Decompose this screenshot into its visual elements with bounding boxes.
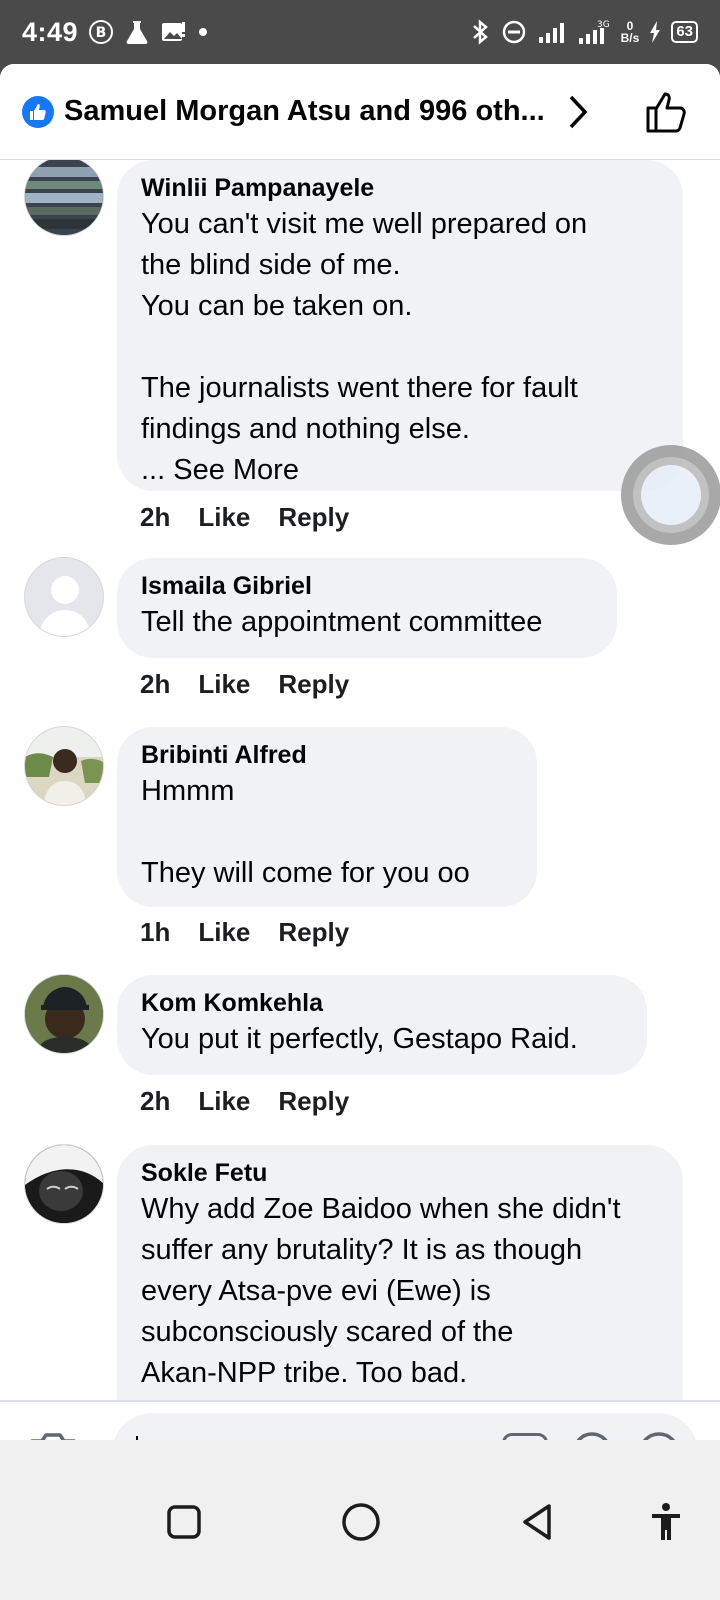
clock: 4:49 <box>22 16 79 47</box>
svg-text:B: B <box>96 25 107 41</box>
image-alert-icon <box>160 19 186 45</box>
avatar[interactable] <box>24 726 104 806</box>
comment-author[interactable]: Sokle Fetu <box>141 1157 659 1189</box>
comment-time: 2h <box>140 502 171 532</box>
status-bar: 4:49 B 3G 0 B/s 63 <box>0 0 720 64</box>
comment-actions: 1h Like Reply <box>140 917 349 948</box>
reactors-summary[interactable]: Samuel Morgan Atsu and 996 oth... <box>64 95 545 128</box>
bluetooth-icon <box>469 18 491 46</box>
reactions-header[interactable]: Samuel Morgan Atsu and 996 oth... <box>0 64 720 160</box>
accessibility-icon[interactable] <box>650 1502 682 1542</box>
like-reaction-icon <box>22 95 54 128</box>
like-button[interactable]: Like <box>198 669 250 700</box>
avatar[interactable] <box>24 974 104 1054</box>
signal-icon <box>537 19 567 45</box>
comment-actions: 2h Like Reply <box>140 502 349 533</box>
reply-button[interactable]: Reply <box>278 1086 349 1117</box>
comment-bubble: Ismaila Gibriel Tell the appointment com… <box>117 558 617 658</box>
comment-author[interactable]: Kom Komkehla <box>141 987 623 1019</box>
comment-time: 2h <box>140 669 171 699</box>
comment-text: Hmmm They will come for you oo <box>141 775 470 889</box>
comment-time: 2h <box>140 1086 171 1116</box>
dot-icon <box>196 25 210 39</box>
battery-level: 63 <box>671 21 698 43</box>
flask-icon <box>124 19 150 45</box>
back-button[interactable] <box>519 1502 555 1542</box>
reply-button[interactable]: Reply <box>278 917 349 948</box>
like-outline-icon[interactable] <box>644 89 690 135</box>
comment-author[interactable]: Bribinti Alfred <box>141 739 513 771</box>
comment-text: You put it perfectly, Gestapo Raid. <box>141 1023 578 1055</box>
avatar[interactable] <box>24 557 104 637</box>
system-nav-bar <box>0 1440 720 1600</box>
do-not-disturb-icon <box>501 19 527 45</box>
comment-bubble: Kom Komkehla You put it perfectly, Gesta… <box>117 975 647 1075</box>
avatar[interactable] <box>24 160 104 236</box>
comment-author[interactable]: Ismaila Gibriel <box>141 570 593 602</box>
comment-text: You can't visit me well prepared on the … <box>141 208 588 486</box>
comment-author[interactable]: Winlii Pampanayele <box>141 172 659 204</box>
reply-button[interactable]: Reply <box>278 502 349 533</box>
comment-actions: 2h Like Reply <box>140 669 349 700</box>
comment-text: Tell the appointment committee <box>141 606 543 638</box>
like-button[interactable]: Like <box>198 502 250 533</box>
charging-icon <box>649 21 661 43</box>
recent-apps-button[interactable] <box>166 1504 202 1540</box>
signal-3g-icon: 3G <box>577 18 611 46</box>
comment-text: Why add Zoe Baidoo when she didn't suffe… <box>141 1193 621 1389</box>
comment-bubble: Winlii Pampanayele You can't visit me we… <box>117 160 683 491</box>
bitcoin-icon: B <box>88 19 114 45</box>
like-button[interactable]: Like <box>198 1086 250 1117</box>
like-button[interactable]: Like <box>198 917 250 948</box>
avatar[interactable] <box>24 1144 104 1224</box>
comment-list[interactable]: Winlii Pampanayele You can't visit me we… <box>0 160 720 1464</box>
comment-time: 1h <box>140 917 171 947</box>
comment-bubble: Bribinti Alfred Hmmm They will come for … <box>117 727 537 907</box>
comment-actions: 2h Like Reply <box>140 1086 349 1117</box>
network-speed: 0 B/s <box>620 19 640 45</box>
reply-button[interactable]: Reply <box>278 669 349 700</box>
comments-sheet: Samuel Morgan Atsu and 996 oth... Winlii… <box>0 64 720 1600</box>
floating-assistive-button[interactable] <box>621 445 720 545</box>
home-button[interactable] <box>341 1502 381 1542</box>
chevron-right-icon[interactable] <box>567 94 589 130</box>
